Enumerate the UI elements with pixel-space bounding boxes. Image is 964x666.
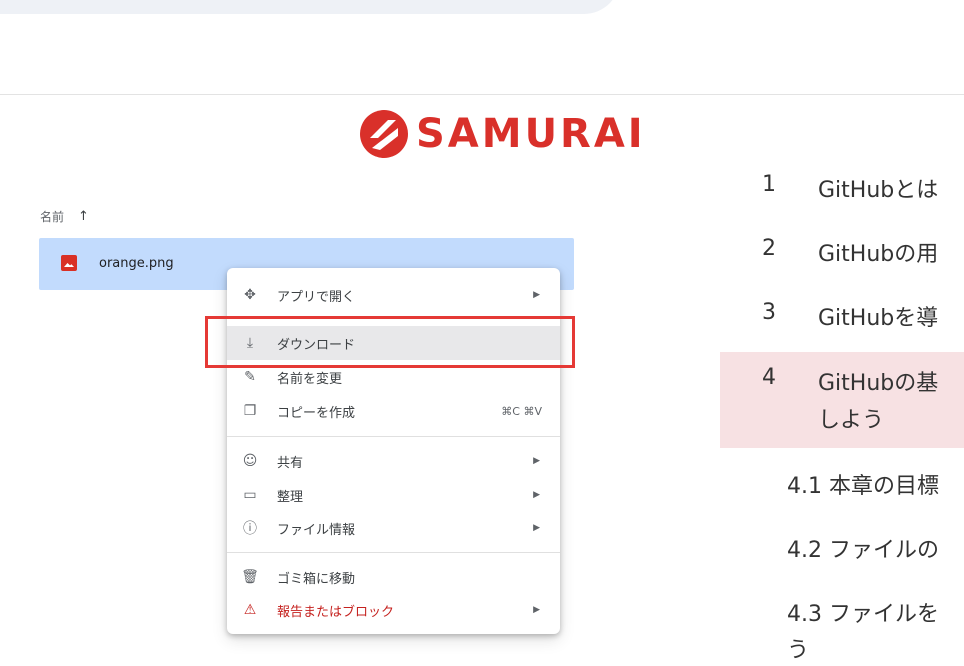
toc-item-number: 4 [762, 365, 776, 390]
menu-item-label: ゴミ箱に移動 [277, 571, 356, 587]
submenu-arrow-icon: ▶ [533, 605, 540, 615]
toc-item-number: 2 [762, 236, 776, 261]
report-icon: ⚠ [243, 602, 257, 618]
folder-icon: ▭ [243, 487, 257, 503]
toc-item-title: GitHubを導 [818, 306, 939, 331]
column-header-label: 名前 [40, 210, 65, 224]
menu-divider [227, 436, 560, 437]
toc-subitem[interactable]: 4.1 本章の目標 [787, 468, 964, 502]
menu-item-share[interactable]: ☺ 共有 ▶ [227, 444, 560, 478]
menu-item-label: 整理 [277, 489, 304, 505]
toc-item[interactable]: 3 GitHubを導 [720, 300, 964, 334]
menu-divider [227, 552, 560, 553]
submenu-arrow-icon: ▶ [533, 490, 540, 500]
name-column-header[interactable]: 名前 ↑ [40, 208, 89, 225]
toc-item-title: GitHubの基 [818, 371, 939, 396]
toc-item-number: 3 [762, 300, 776, 325]
move-arrows-icon: ✥ [244, 287, 256, 303]
toc-subitem[interactable]: 4.2 ファイルの [787, 532, 964, 566]
menu-item-make-copy[interactable]: ❐ コピーを作成 ⌘C ⌘V [227, 394, 560, 428]
info-icon: ⓘ [243, 521, 257, 537]
menu-item-label: 報告またはブロック [277, 604, 395, 620]
submenu-arrow-icon: ▶ [533, 290, 540, 300]
menu-item-organize[interactable]: ▭ 整理 ▶ [227, 478, 560, 512]
toc-subitem-line2: う [787, 638, 810, 663]
samurai-logo: SAMURAI [358, 108, 646, 160]
logo-text: SAMURAI [416, 111, 646, 157]
search-bar-area [0, 0, 620, 14]
submenu-arrow-icon: ▶ [533, 456, 540, 466]
menu-item-report-or-block[interactable]: ⚠ 報告またはブロック ▶ [227, 593, 560, 627]
toc-item-title: GitHubとは [818, 178, 939, 203]
menu-item-label: 共有 [277, 455, 304, 471]
toc-item-title: GitHubの用 [818, 242, 939, 267]
pencil-icon: ✎ [244, 369, 256, 385]
table-of-contents: 1 GitHubとは 2 GitHubの用 3 GitHubを導 4 GitHu… [720, 0, 964, 663]
menu-item-label: 名前を変更 [277, 371, 343, 387]
download-highlight-box [205, 316, 575, 368]
trash-icon: 🗑 [241, 569, 259, 585]
menu-item-open-with[interactable]: ✥ アプリで開く ▶ [227, 278, 560, 312]
shortcut-hint: ⌘C ⌘V [501, 404, 542, 418]
image-file-icon [61, 255, 77, 271]
toc-item-number: 1 [762, 172, 776, 197]
menu-item-label: アプリで開く [277, 289, 356, 305]
menu-item-label: ファイル情報 [277, 522, 356, 538]
toc-subitem[interactable]: 4.3 ファイルを [787, 596, 964, 630]
toc-item-active[interactable]: 4 GitHubの基 しよう [720, 352, 964, 448]
samurai-logo-mark-icon [360, 110, 408, 158]
person-add-icon: ☺ [242, 453, 258, 469]
file-name: orange.png [99, 256, 174, 271]
submenu-arrow-icon: ▶ [533, 523, 540, 533]
toc-item[interactable]: 2 GitHubの用 [720, 236, 964, 270]
toc-item-title-line2: しよう [818, 408, 885, 433]
toc-item[interactable]: 1 GitHubとは [720, 172, 964, 206]
menu-item-label: コピーを作成 [277, 405, 356, 421]
menu-item-file-info[interactable]: ⓘ ファイル情報 ▶ [227, 511, 560, 545]
arrow-up-icon[interactable]: ↑ [78, 209, 89, 224]
menu-item-move-to-trash[interactable]: 🗑 ゴミ箱に移動 [227, 560, 560, 594]
copy-icon: ❐ [243, 403, 257, 419]
